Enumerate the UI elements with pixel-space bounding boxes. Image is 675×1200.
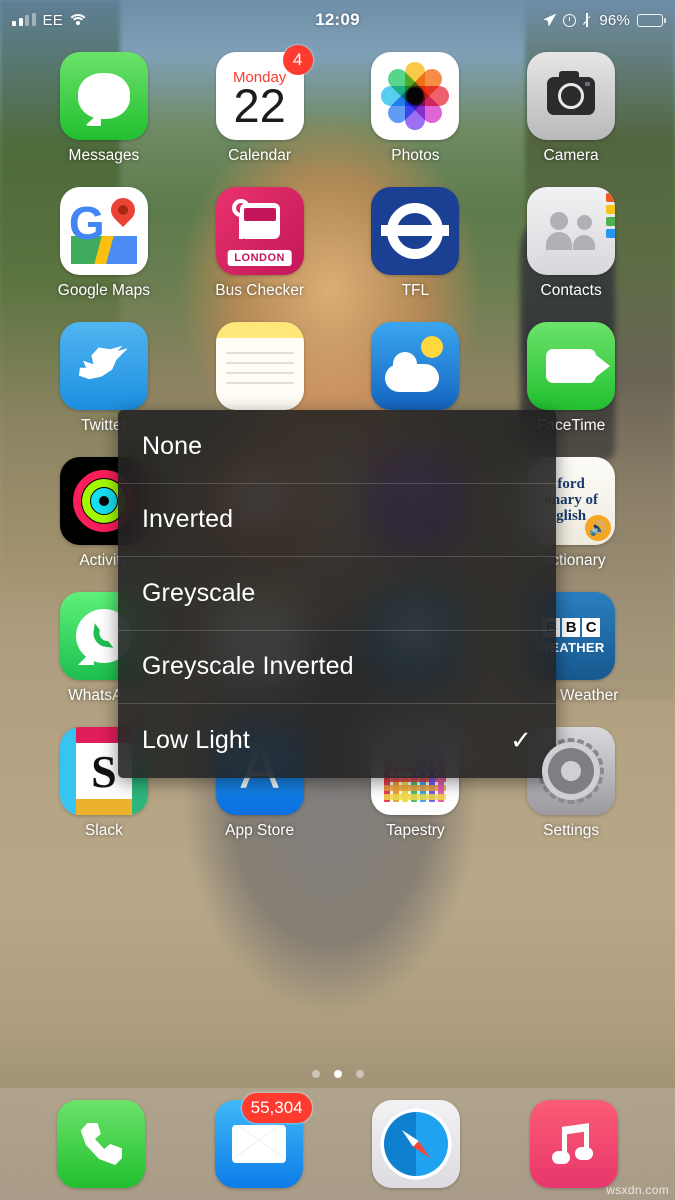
app-label: Contacts [540, 282, 602, 299]
messages-icon[interactable] [59, 52, 148, 140]
app-contacts[interactable]: Contacts [493, 187, 649, 300]
tfl-icon[interactable] [371, 187, 460, 275]
check-icon: ✓ [510, 725, 532, 756]
iphone-home-screen: EE 12:09 96% Messages Monday 22 4 Calend… [0, 0, 675, 1200]
app-label: Tapestry [386, 822, 445, 839]
dock-item-music[interactable] [530, 1100, 619, 1188]
app-bus-checker[interactable]: LONDON Bus Checker [182, 187, 338, 300]
dock-item-safari[interactable] [372, 1100, 461, 1188]
app-google-maps[interactable]: G Google Maps [26, 187, 182, 300]
battery-icon [637, 13, 666, 27]
app-label: Messages [68, 147, 140, 164]
bus-checker-city-label: LONDON [227, 250, 292, 266]
menu-item-label: Low Light [142, 726, 250, 755]
location-icon [543, 13, 557, 27]
speaker-icon: 🔊 [585, 515, 612, 541]
app-label: Photos [391, 147, 440, 164]
calendar-badge: 4 [282, 45, 313, 75]
wifi-icon [70, 14, 87, 27]
bbc-letter: C [582, 617, 601, 637]
google-maps-icon[interactable]: G [59, 187, 148, 275]
calendar-date: 22 [233, 78, 286, 132]
music-icon[interactable] [530, 1100, 619, 1188]
clock-label: 12:09 [315, 10, 360, 29]
status-bar: EE 12:09 96% [0, 0, 675, 40]
menu-item-low-light[interactable]: Low Light ✓ [118, 704, 556, 778]
dock-item-phone[interactable] [56, 1100, 145, 1188]
app-camera[interactable]: Camera [493, 52, 649, 165]
dock: 55,304 [0, 1088, 675, 1200]
menu-item-label: Inverted [142, 505, 234, 534]
color-filter-menu[interactable]: None Inverted Greyscale Greyscale Inverted L… [118, 410, 556, 778]
app-label: Slack [84, 822, 123, 839]
page-dot[interactable] [355, 1070, 364, 1078]
menu-item-greyscale[interactable]: Greyscale [118, 557, 556, 631]
contacts-icon[interactable] [527, 187, 616, 275]
weather-icon[interactable] [371, 322, 460, 410]
app-label: Bus Checker [215, 282, 304, 299]
dictionary-line-3: glish [556, 507, 587, 524]
app-photos[interactable]: Photos [338, 52, 494, 165]
app-label: Google Maps [57, 282, 150, 299]
page-dots[interactable] [0, 1070, 675, 1078]
menu-item-greyscale-inverted[interactable]: Greyscale Inverted [118, 631, 556, 704]
page-dot[interactable] [311, 1070, 320, 1078]
bluetooth-icon [583, 13, 592, 27]
phone-icon[interactable] [56, 1100, 145, 1188]
menu-item-label: None [142, 431, 203, 460]
dock-item-mail[interactable]: 55,304 [214, 1093, 312, 1188]
menu-item-label: Greyscale [142, 578, 256, 607]
app-label: Camera [543, 147, 599, 164]
bbc-letter: B [562, 617, 581, 637]
safari-icon[interactable] [372, 1100, 461, 1188]
bus-checker-icon[interactable]: LONDON [215, 187, 304, 275]
slack-glyph: S [91, 745, 117, 797]
page-dot[interactable] [333, 1070, 342, 1078]
status-bar-right: 96% [445, 12, 675, 29]
dictionary-line-1: ford [557, 476, 585, 493]
app-label: TFL [401, 282, 430, 299]
app-messages[interactable]: Messages [26, 52, 182, 165]
menu-item-label: Greyscale Inverted [142, 652, 354, 681]
camera-icon[interactable] [527, 52, 616, 140]
alarm-icon [563, 13, 577, 27]
status-bar-left: EE [0, 12, 230, 29]
app-tfl[interactable]: TFL [338, 187, 494, 300]
app-label: App Store [225, 822, 295, 839]
carrier-label: EE [42, 11, 63, 29]
app-label: Calendar [228, 147, 292, 164]
app-label: Settings [543, 822, 600, 839]
twitter-icon[interactable] [59, 322, 148, 410]
menu-item-inverted[interactable]: Inverted [118, 484, 556, 557]
photos-icon[interactable] [371, 52, 460, 140]
battery-percent-label: 96% [599, 11, 630, 29]
signal-icon [12, 13, 36, 26]
mail-badge: 55,304 [241, 1093, 312, 1123]
menu-item-none[interactable]: None [118, 410, 556, 484]
facetime-icon[interactable] [527, 322, 616, 410]
watermark: wsxdn.com [606, 1183, 669, 1197]
notes-icon[interactable] [215, 322, 304, 410]
app-calendar[interactable]: Monday 22 4 Calendar [182, 45, 338, 165]
